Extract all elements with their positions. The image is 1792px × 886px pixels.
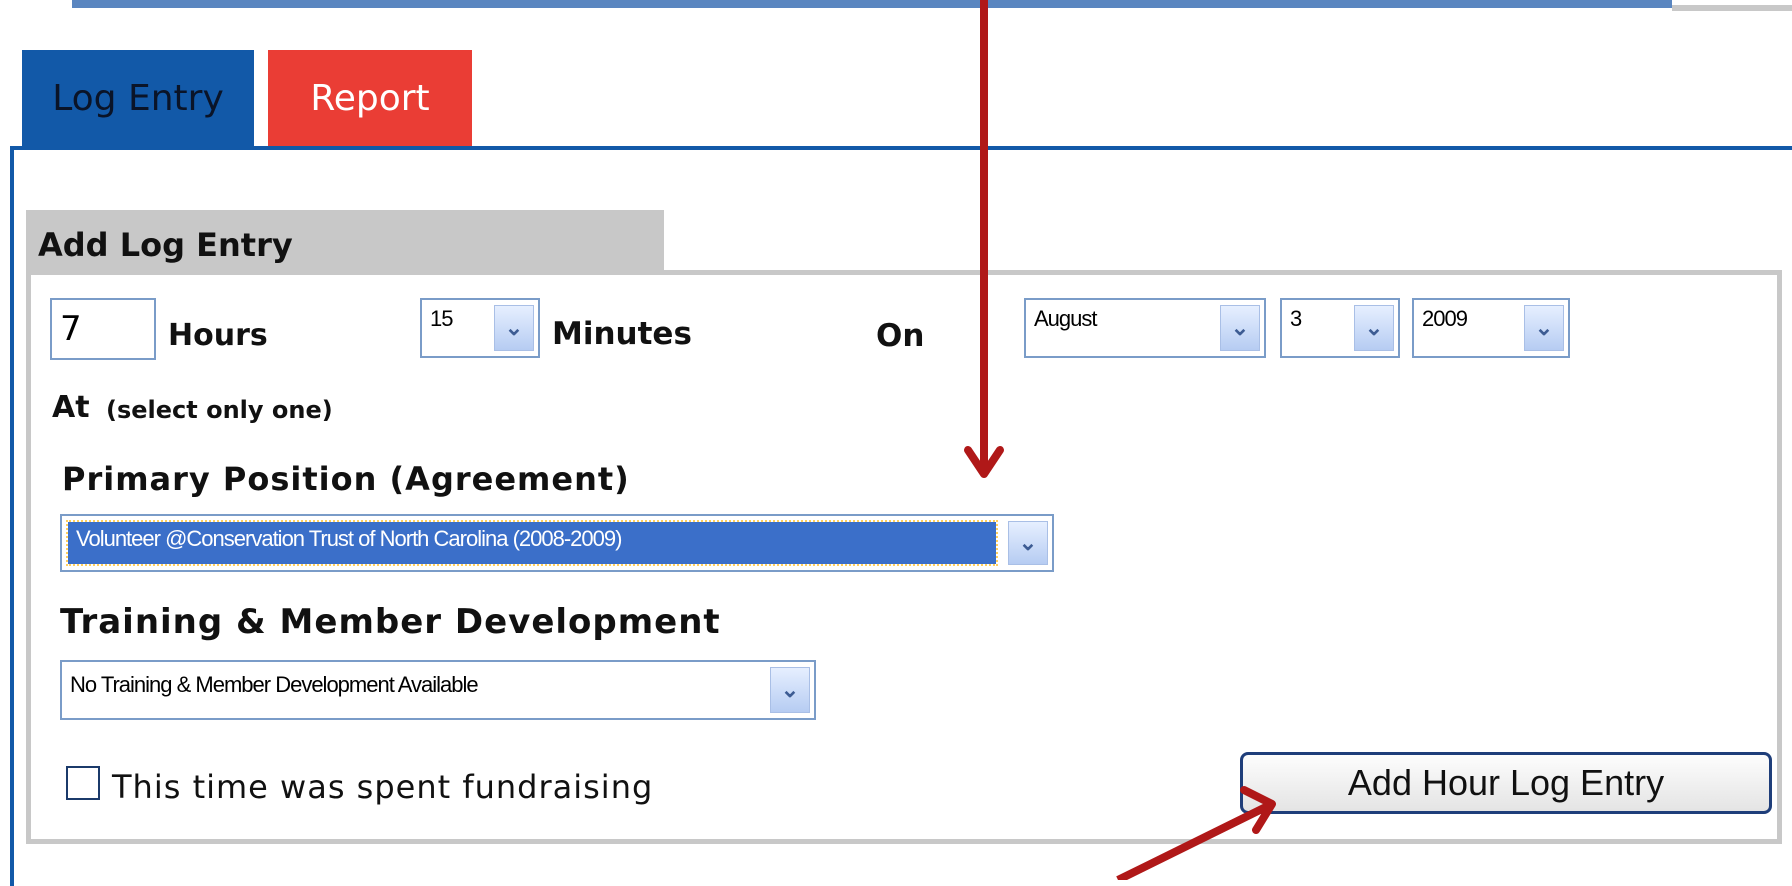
annotation-arrow-down bbox=[964, 0, 1004, 478]
annotation-arrow-to-button bbox=[1116, 786, 1276, 880]
annotation-arrows bbox=[964, 0, 1276, 880]
